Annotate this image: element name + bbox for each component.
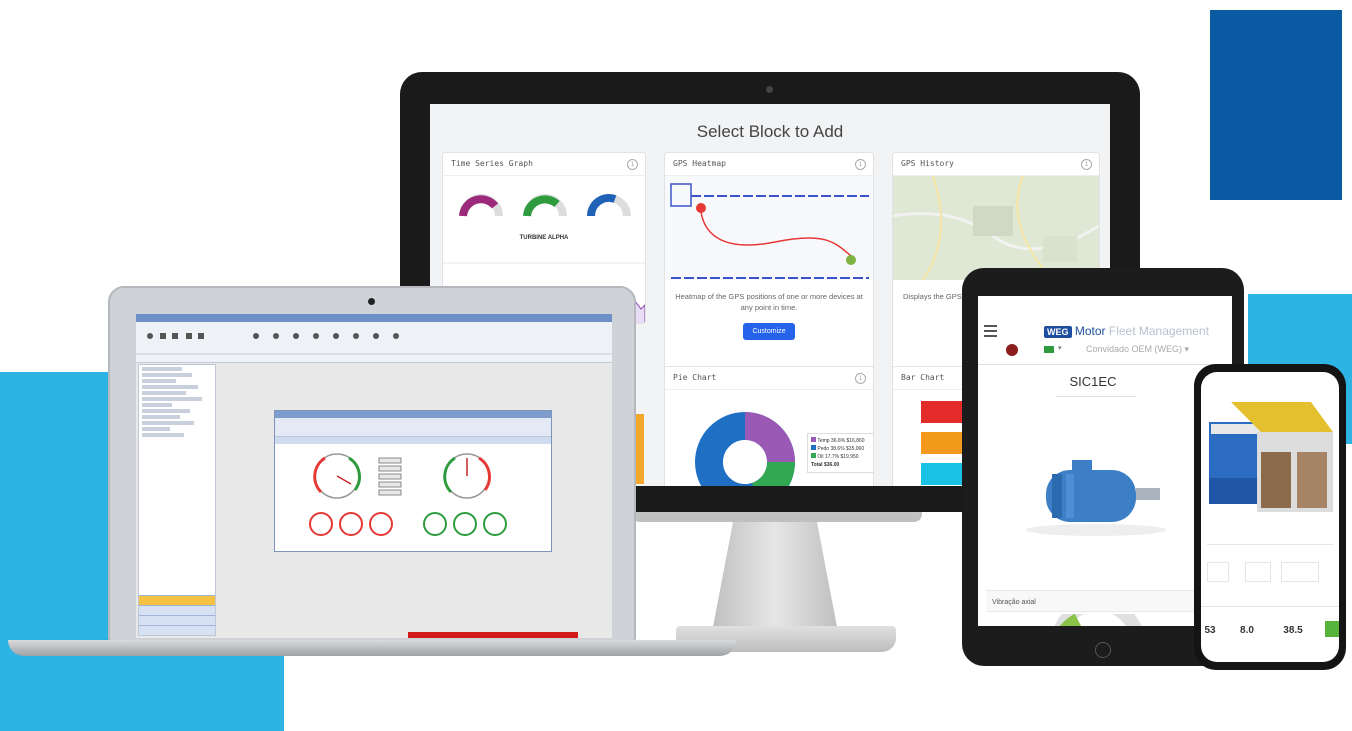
monitor-stand bbox=[712, 522, 838, 632]
card-title: GPS Heatmap bbox=[673, 159, 726, 168]
legend-total: Total $36.00 bbox=[811, 462, 840, 468]
nav-tab[interactable] bbox=[139, 615, 215, 625]
machine-image bbox=[1209, 402, 1333, 512]
card-gps-heatmap[interactable]: GPS Heatmap i Heatmap of the GPS position… bbox=[664, 152, 874, 372]
title-rule bbox=[1056, 396, 1136, 397]
map-preview bbox=[893, 175, 1099, 281]
device-tree-panel[interactable] bbox=[138, 364, 216, 636]
legend-item: Oil 17.7% $19,950 bbox=[811, 453, 873, 461]
mobile-app: 53 8.0 38.5 bbox=[1201, 372, 1339, 662]
menu-icon[interactable] bbox=[984, 322, 997, 340]
customize-button[interactable]: Customize bbox=[743, 323, 795, 340]
card-title: Bar Chart bbox=[901, 373, 945, 382]
flag-icon[interactable] bbox=[1044, 346, 1054, 353]
home-button[interactable] bbox=[1095, 642, 1111, 658]
user-selector[interactable]: Convidado OEM (WEG) ▾ bbox=[1086, 344, 1189, 355]
reading-value: 53 bbox=[1204, 625, 1216, 636]
info-icon[interactable]: i bbox=[855, 159, 866, 170]
reading-value: 8.0 bbox=[1240, 625, 1254, 636]
device-title: SIC1EC bbox=[1069, 374, 1117, 389]
bar bbox=[921, 432, 967, 454]
weg-logo: WEG bbox=[1044, 326, 1072, 338]
window-tabs[interactable] bbox=[275, 437, 551, 444]
info-icon[interactable]: i bbox=[1081, 159, 1092, 170]
brand-motor: Motor bbox=[1074, 324, 1106, 338]
laptop-base bbox=[8, 640, 736, 656]
card-title: Time Series Graph bbox=[451, 159, 533, 168]
partial-card-strip bbox=[636, 414, 644, 484]
avatar[interactable] bbox=[1006, 344, 1018, 356]
gauge-panel bbox=[309, 453, 507, 536]
stat-cell bbox=[1207, 562, 1229, 582]
stat-cell bbox=[1245, 562, 1271, 582]
camera-icon bbox=[368, 298, 375, 305]
camera-icon bbox=[766, 86, 773, 93]
gauge-window[interactable] bbox=[274, 410, 552, 552]
app-header: WEG Motor Fleet Management ▾ Convidado O… bbox=[978, 318, 1232, 365]
app-ribbon bbox=[136, 322, 612, 363]
status-chip[interactable] bbox=[1325, 621, 1339, 637]
motor-image bbox=[1026, 460, 1166, 536]
nav-tab-selected[interactable] bbox=[139, 595, 215, 605]
pie-legend: Temp 36.6% $16,860 Pedo 38.6% $35,060 Oi… bbox=[807, 433, 873, 473]
gauge-preview bbox=[459, 193, 631, 217]
readings-table: 53 8.0 38.5 bbox=[1201, 606, 1339, 657]
legend-item: Pedo 38.6% $35,060 bbox=[811, 445, 873, 453]
section-title: Vibração axial bbox=[992, 599, 1036, 606]
info-icon[interactable]: i bbox=[627, 159, 638, 170]
ribbon-toolbar-icons bbox=[136, 333, 612, 355]
card-pie-chart[interactable]: Pie Chart i Temp 36.6% $16,860 Pedo 38.6%… bbox=[664, 366, 874, 486]
brand: WEG Motor Fleet Management bbox=[1044, 324, 1209, 338]
page-title: Select Block to Add bbox=[696, 122, 844, 141]
info-icon[interactable]: i bbox=[855, 373, 866, 384]
divider bbox=[1207, 544, 1333, 545]
bar-preview bbox=[921, 401, 967, 485]
window-toolbar bbox=[275, 418, 551, 437]
readings-row bbox=[1201, 562, 1339, 586]
chevron-down-icon: ▾ bbox=[1184, 344, 1190, 354]
stat-cell bbox=[1281, 562, 1319, 582]
nav-tab[interactable] bbox=[139, 605, 215, 615]
gauge-preview bbox=[1054, 614, 1142, 626]
nav-tab[interactable] bbox=[139, 625, 215, 635]
card-title: Pie Chart bbox=[673, 373, 717, 382]
app-titlebar bbox=[136, 314, 612, 322]
gps-map-preview bbox=[665, 176, 873, 280]
legend-item: Temp 36.6% $16,860 bbox=[811, 437, 873, 445]
alarm-status-bar bbox=[408, 632, 578, 638]
reading-value: 38.5 bbox=[1283, 625, 1303, 636]
decor-blue-square bbox=[1210, 10, 1342, 200]
chevron-down-icon[interactable]: ▾ bbox=[1058, 344, 1062, 352]
bar bbox=[921, 401, 967, 423]
window-titlebar bbox=[275, 411, 551, 418]
brand-fleet: Fleet Management bbox=[1108, 324, 1209, 338]
bar bbox=[921, 463, 967, 485]
smartphone: 53 8.0 38.5 bbox=[1194, 364, 1346, 670]
card-title: GPS History bbox=[901, 159, 954, 168]
desktop-monitoring-app bbox=[136, 314, 612, 638]
laptop bbox=[108, 286, 636, 642]
card-description: Heatmap of the GPS positions of one or m… bbox=[675, 292, 863, 312]
